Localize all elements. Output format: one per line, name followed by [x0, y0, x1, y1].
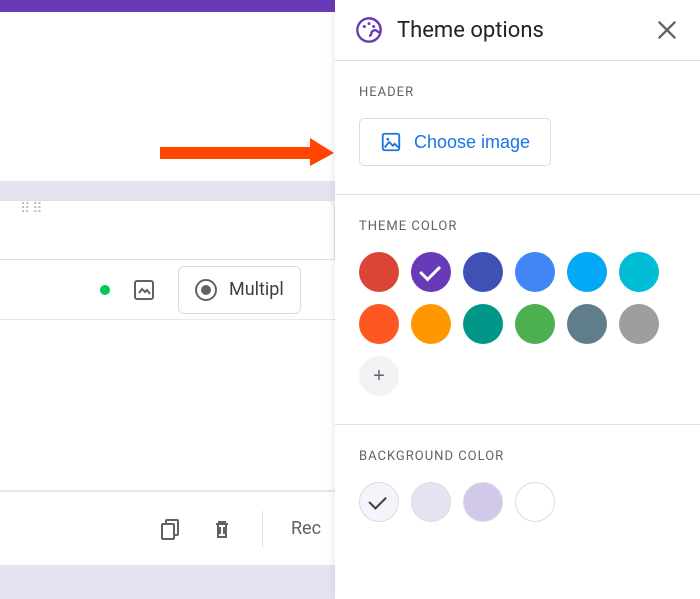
question-footer-toolbar: Rec [0, 490, 335, 565]
trash-icon[interactable] [210, 517, 234, 541]
status-dot [100, 285, 110, 295]
question-options-row: Multipl [0, 260, 335, 320]
choose-image-label: Choose image [414, 132, 530, 153]
background-color-swatches [359, 482, 676, 522]
theme-color-swatches: + [359, 252, 676, 396]
background-color-label: BACKGROUND COLOR [359, 449, 676, 464]
form-bottom-spacer [0, 565, 335, 599]
drag-handle-icon[interactable]: ⠿⠿ [20, 205, 45, 213]
theme-color-swatch[interactable] [411, 252, 451, 292]
theme-color-swatch[interactable] [515, 304, 555, 344]
background-color-swatch[interactable] [515, 482, 555, 522]
question-card [0, 200, 335, 260]
background-color-swatch[interactable] [411, 482, 451, 522]
theme-color-swatch[interactable] [411, 304, 451, 344]
background-color-section: BACKGROUND COLOR [335, 425, 700, 550]
form-spacer [0, 181, 335, 201]
add-custom-color-button[interactable]: + [359, 356, 399, 396]
question-type-label: Multipl [229, 279, 284, 300]
theme-color-swatch[interactable] [515, 252, 555, 292]
theme-color-section: THEME COLOR + [335, 195, 700, 425]
panel-header: Theme options [335, 0, 700, 61]
close-icon[interactable] [654, 17, 680, 43]
radio-icon [195, 279, 217, 301]
copy-icon[interactable] [158, 517, 182, 541]
question-type-dropdown[interactable]: Multipl [178, 266, 301, 314]
theme-color-swatch[interactable] [619, 252, 659, 292]
toolbar-separator [262, 511, 263, 547]
theme-color-swatch[interactable] [567, 252, 607, 292]
theme-options-panel: Theme options HEADER Choose image THEME … [335, 0, 700, 599]
background-color-swatch[interactable] [359, 482, 399, 522]
choose-image-button[interactable]: Choose image [359, 118, 551, 166]
theme-color-swatch[interactable] [463, 304, 503, 344]
header-section: HEADER Choose image [335, 61, 700, 195]
image-icon[interactable] [132, 278, 156, 302]
theme-color-swatch[interactable] [463, 252, 503, 292]
theme-color-swatch[interactable] [359, 252, 399, 292]
theme-color-label: THEME COLOR [359, 219, 676, 234]
background-color-swatch[interactable] [463, 482, 503, 522]
header-section-label: HEADER [359, 85, 676, 100]
required-label: Rec [291, 518, 321, 539]
panel-title: Theme options [397, 18, 640, 43]
palette-icon [355, 16, 383, 44]
theme-color-swatch[interactable] [359, 304, 399, 344]
image-icon [380, 131, 402, 153]
theme-color-swatch[interactable] [567, 304, 607, 344]
theme-color-swatch[interactable] [619, 304, 659, 344]
